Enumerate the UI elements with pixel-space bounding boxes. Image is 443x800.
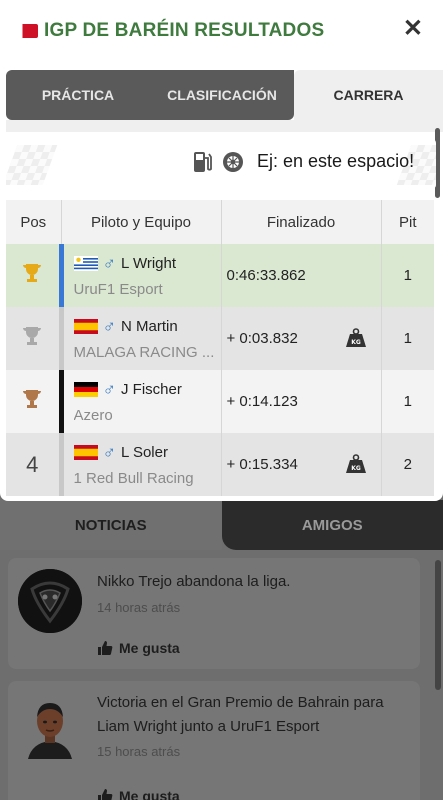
results-modal: IGP DE BARÉIN RESULTADOS ✕ PRÁCTICA CLAS… <box>0 0 443 501</box>
table-row[interactable]: ♂ J Fischer Azero + 0:14.123 1 <box>6 370 434 433</box>
male-icon: ♂ <box>102 316 117 336</box>
modal-title: IGP DE BARÉIN RESULTADOS <box>44 20 325 41</box>
avatar <box>18 695 82 759</box>
team-name: UruF1 Esport <box>73 281 163 298</box>
finish-cell: + 0:03.832 KG <box>221 307 382 370</box>
finish-time: 0:46:33.862 <box>221 244 382 307</box>
driver-name[interactable]: L Wright <box>121 255 176 272</box>
thumbs-up-icon <box>98 789 113 800</box>
col-pos: Pos <box>6 200 62 244</box>
like-label: Me gusta <box>119 640 180 656</box>
search-box[interactable]: Ej: en este espacio! <box>6 139 436 189</box>
uruguay-flag-icon <box>73 256 98 271</box>
driver-name[interactable]: L Soler <box>121 444 168 461</box>
tire-icon[interactable] <box>222 151 244 173</box>
like-button[interactable]: Me gusta <box>97 788 180 800</box>
svg-text:KG: KG <box>351 465 361 472</box>
driver-name[interactable]: J Fischer <box>121 381 182 398</box>
pos-cell <box>6 244 62 307</box>
driver-cell: ♂ L Wright UruF1 Esport <box>58 244 222 307</box>
tab-qualifying[interactable]: CLASIFICACIÓN <box>150 70 294 120</box>
team-name: 1 Red Bull Racing <box>73 470 194 487</box>
avatar <box>18 569 82 633</box>
pit-count: 1 <box>381 307 434 370</box>
tab-news[interactable]: NOTICIAS <box>0 500 222 550</box>
news-text: Nikko Trejo abandona la liga. <box>97 573 291 590</box>
close-icon[interactable]: ✕ <box>403 14 423 43</box>
pos-cell <box>6 307 62 370</box>
page-scrollbar[interactable] <box>435 560 441 690</box>
results-table: Pos Piloto y Equipo Finalizado Pit ♂ L W… <box>6 200 434 496</box>
position-number: 4 <box>26 451 39 477</box>
news-card[interactable]: Victoria en el Gran Premio de Bahrain pa… <box>8 681 420 800</box>
team-name: Azero <box>73 407 113 424</box>
news-feed: Nikko Trejo abandona la liga. 14 horas a… <box>8 558 420 800</box>
gold-trophy-icon <box>23 264 42 282</box>
thumbs-up-icon <box>98 641 113 655</box>
finish-cell: + 0:15.334 KG <box>221 433 382 496</box>
bahrain-flag-icon <box>16 24 38 38</box>
table-row[interactable]: 4 ♂ L Soler 1 Red Bull Racing + 0:15.334… <box>6 433 434 496</box>
checkered-flag-icon <box>6 145 58 185</box>
news-time: 15 horas atrás <box>97 744 181 759</box>
spain-flag-icon <box>73 445 98 460</box>
bronze-trophy-icon <box>23 390 42 408</box>
finish-time: + 0:15.334 <box>226 456 298 473</box>
tab-race[interactable]: CARRERA <box>294 70 443 120</box>
like-button[interactable]: Me gusta <box>97 640 180 656</box>
fuel-pump-icon[interactable] <box>192 150 212 174</box>
germany-flag-icon <box>73 382 98 397</box>
pos-cell <box>6 370 62 433</box>
tab-practice[interactable]: PRÁCTICA <box>6 70 150 120</box>
pit-count: 1 <box>381 370 434 433</box>
male-icon: ♂ <box>102 379 117 399</box>
session-tabs: PRÁCTICA CLASIFICACIÓN CARRERA <box>6 70 443 120</box>
driver-cell: ♂ L Soler 1 Red Bull Racing <box>58 433 222 496</box>
driver-cell: ♂ N Martin MALAGA RACING ... <box>58 307 222 370</box>
pit-count: 2 <box>381 433 434 496</box>
col-finish: Finalizado <box>221 200 382 244</box>
weight-penalty-icon[interactable]: KG <box>345 454 367 474</box>
col-driver: Piloto y Equipo <box>61 200 222 244</box>
col-pit: Pit <box>381 200 434 244</box>
tab-friends[interactable]: AMIGOS <box>221 500 443 550</box>
male-icon: ♂ <box>102 253 117 273</box>
svg-text:KG: KG <box>351 339 361 346</box>
silver-trophy-icon <box>23 327 42 345</box>
weight-penalty-icon[interactable]: KG <box>345 328 367 348</box>
team-name: MALAGA RACING ... <box>73 344 215 361</box>
search-placeholder[interactable]: Ej: en este espacio! <box>257 151 414 172</box>
finish-time: + 0:14.123 <box>221 370 382 433</box>
male-icon: ♂ <box>102 442 117 462</box>
news-text: Victoria en el Gran Premio de Bahrain pa… <box>97 694 384 735</box>
like-label: Me gusta <box>119 788 180 800</box>
table-row[interactable]: ♂ L Wright UruF1 Esport 0:46:33.862 1 <box>6 244 434 307</box>
spain-flag-icon <box>73 319 98 334</box>
tab-panel-bg <box>6 120 443 132</box>
pos-cell: 4 <box>6 433 62 496</box>
news-card[interactable]: Nikko Trejo abandona la liga. 14 horas a… <box>8 558 420 669</box>
modal-header: IGP DE BARÉIN RESULTADOS <box>0 0 443 62</box>
news-time: 14 horas atrás <box>97 600 181 615</box>
driver-cell: ♂ J Fischer Azero <box>58 370 222 433</box>
finish-time: + 0:03.832 <box>226 330 298 347</box>
table-header: Pos Piloto y Equipo Finalizado Pit <box>6 200 434 244</box>
driver-name[interactable]: N Martin <box>121 318 178 335</box>
pit-count: 1 <box>381 244 434 307</box>
table-row[interactable]: ♂ N Martin MALAGA RACING ... + 0:03.832 … <box>6 307 434 370</box>
bottom-tabs: NOTICIAS AMIGOS <box>0 500 443 550</box>
